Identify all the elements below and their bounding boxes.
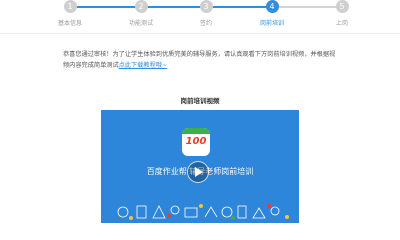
step-label: 岗前培训: [259, 20, 284, 27]
step-sign-contract[interactable]: 3 签约: [176, 0, 236, 27]
video-title: 岗前培训视频: [180, 97, 220, 105]
step-label: 上岗: [335, 20, 348, 27]
intro-text: 恭喜您通过审核！为了让学生体验到优质完美的辅导服务，请认真观看下方岗前培训视频，…: [63, 51, 336, 69]
step-number: 4: [265, 0, 279, 13]
step-number: 2: [134, 0, 148, 13]
download-tutorial-link[interactable]: 点此下载教程哦~: [119, 62, 168, 69]
step-number: 5: [335, 0, 349, 13]
app-logo-icon: 100: [182, 128, 210, 156]
step-number: 3: [199, 0, 213, 13]
step-label: 基本信息: [57, 20, 82, 27]
step-on-duty[interactable]: 5 上岗: [312, 0, 372, 27]
step-basic-info[interactable]: 1 基本信息: [40, 0, 100, 27]
step-label: 签约: [199, 20, 212, 27]
app-logo-text: 100: [185, 136, 207, 147]
step-number: 1: [63, 0, 77, 13]
app-logo-bar: [182, 128, 210, 134]
intro-paragraph: 恭喜您通过审核！为了让学生体验到优质完美的辅导服务，请认真观看下方岗前培训视频，…: [63, 49, 338, 71]
progress-stepper: 1 基本信息 2 功能测试 3 签约 4 岗前培训 5 上岗: [0, 0, 400, 32]
step-function-test[interactable]: 2 功能测试: [111, 0, 171, 27]
doodle-decoration-icon: [117, 204, 289, 220]
training-video-player[interactable]: 100 百度作业帮 辅导老师岗前培训: [101, 110, 299, 223]
step-pre-job-training[interactable]: 4 岗前培训: [242, 0, 302, 27]
play-icon[interactable]: [187, 161, 209, 183]
header-divider: [0, 33, 400, 34]
step-label: 功能测试: [128, 20, 153, 27]
